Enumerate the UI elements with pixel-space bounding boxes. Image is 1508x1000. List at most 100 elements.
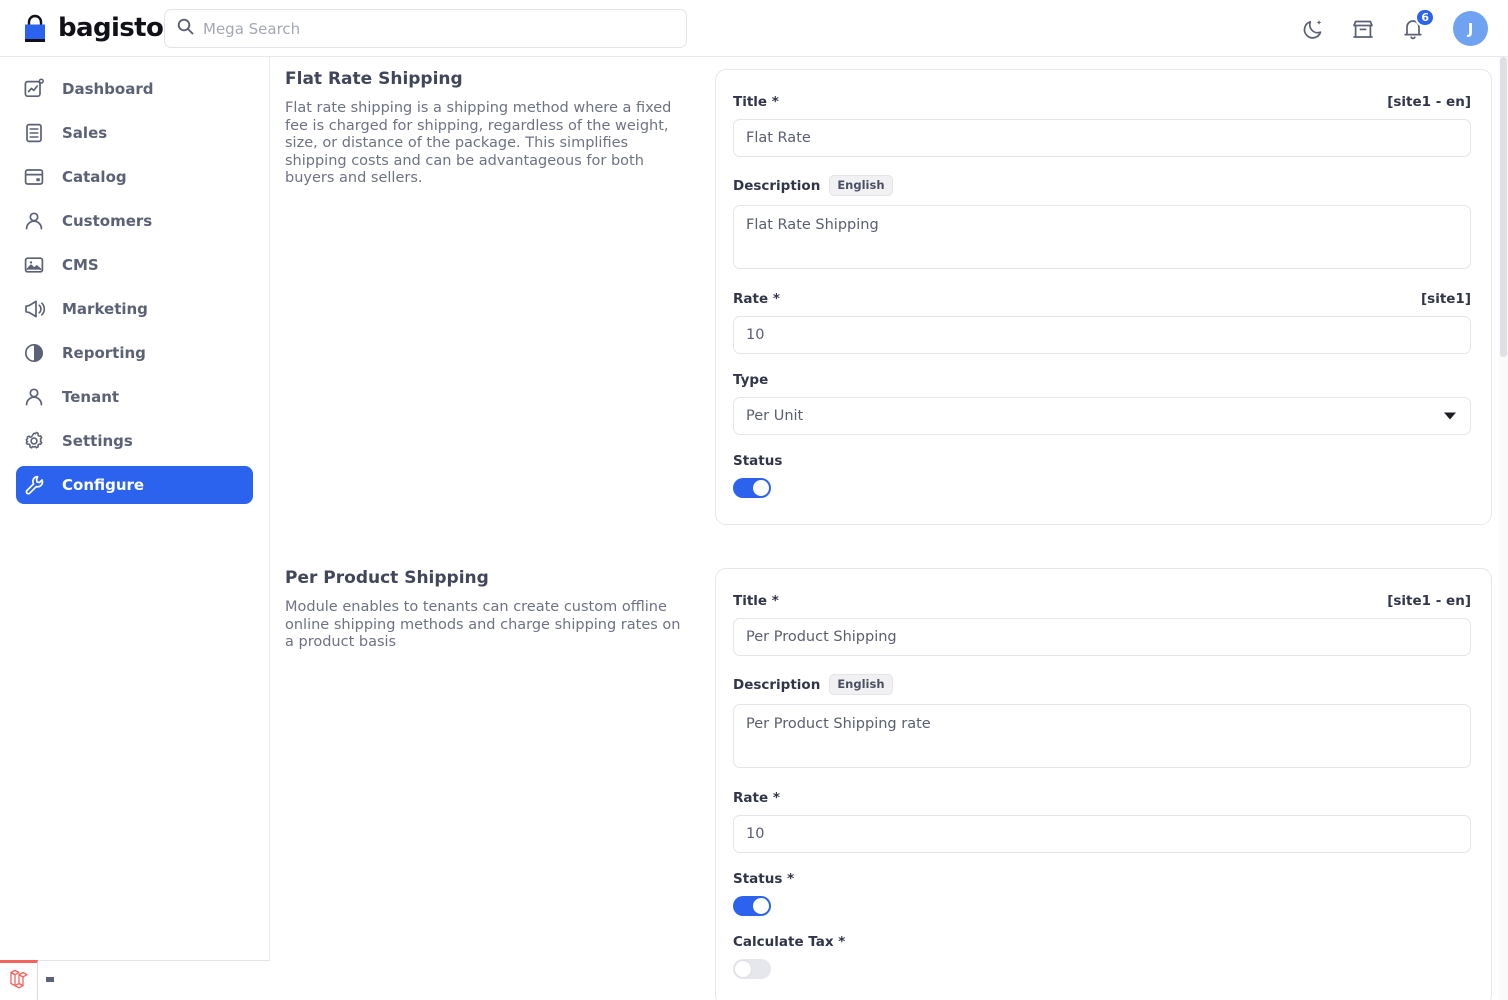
top-bar-actions: 6 J — [1301, 0, 1488, 57]
field-status: Status — [733, 453, 1471, 498]
status-toggle[interactable] — [733, 478, 771, 498]
sidebar-item-reporting[interactable]: Reporting — [16, 334, 253, 372]
field-calculate-tax: Calculate Tax * — [733, 934, 1471, 979]
gear-icon — [23, 430, 45, 452]
sidebar-item-sales[interactable]: Sales — [16, 114, 253, 152]
section-title: Flat Rate Shipping — [285, 69, 463, 89]
toggle-knob — [753, 898, 769, 914]
image-icon — [23, 254, 45, 276]
field-label: Status * — [733, 871, 795, 887]
section-info: Flat Rate Shipping Flat rate shipping is… — [285, 69, 715, 525]
brand-logo[interactable]: bagisto — [20, 13, 164, 44]
field-label: Rate * — [733, 291, 780, 307]
sidebar-item-configure[interactable]: Configure — [16, 466, 253, 504]
user-icon — [23, 386, 45, 408]
avatar[interactable]: J — [1453, 11, 1488, 46]
section-title: Per Product Shipping — [285, 568, 489, 588]
field-label: Rate * — [733, 790, 780, 806]
shopping-bag-icon — [20, 13, 50, 44]
field-label: Description — [733, 676, 821, 693]
scrollbar-thumb[interactable] — [1500, 57, 1507, 357]
type-select[interactable]: Per Unit — [733, 397, 1471, 435]
field-description: Description English — [733, 175, 1471, 273]
section-description: Flat rate shipping is a shipping method … — [285, 100, 672, 186]
top-bar: bagisto Mega Search 6 J — [0, 0, 1508, 57]
rate-input[interactable] — [733, 815, 1471, 853]
field-status: Status * — [733, 871, 1471, 916]
sidebar-item-label: Tenant — [62, 388, 120, 406]
search-icon — [177, 18, 194, 39]
field-description: Description English — [733, 674, 1471, 772]
debugbar-strip — [38, 960, 270, 1000]
title-input[interactable] — [733, 618, 1471, 656]
sidebar-item-label: Configure — [62, 476, 145, 494]
field-label: Type — [733, 372, 769, 388]
field-label: Calculate Tax * — [733, 934, 846, 950]
type-select-value: Per Unit — [746, 408, 804, 424]
search-bar[interactable] — [164, 9, 687, 48]
status-toggle[interactable] — [733, 896, 771, 916]
per-product-form-card: Title * [site1 - en] Description English… — [715, 568, 1492, 1000]
section-description: Module enables to tenants can create cus… — [285, 599, 681, 650]
laravel-icon — [7, 967, 31, 997]
calculate-tax-toggle[interactable] — [733, 959, 771, 979]
user-icon — [23, 210, 45, 232]
field-title: Title * [site1 - en] — [733, 94, 1471, 157]
sidebar-item-label: Sales — [62, 124, 108, 142]
chart-square-icon — [23, 78, 45, 100]
toggle-knob — [753, 480, 769, 496]
brand-name: bagisto — [58, 13, 164, 43]
sidebar-item-customers[interactable]: Customers — [16, 202, 253, 240]
field-label: Description — [733, 177, 821, 194]
layout-window-icon — [23, 166, 45, 188]
search-input[interactable] — [203, 19, 674, 38]
pie-chart-icon — [23, 342, 45, 364]
storefront-icon[interactable] — [1351, 17, 1375, 41]
flat-rate-form-card: Title * [site1 - en] Description English… — [715, 69, 1492, 525]
moon-stars-icon[interactable] — [1301, 17, 1325, 41]
field-rate: Rate * — [733, 790, 1471, 853]
page-scrollbar[interactable] — [1499, 57, 1508, 1000]
debugbar-handle[interactable] — [46, 977, 54, 982]
field-title: Title * [site1 - en] — [733, 593, 1471, 656]
megaphone-icon — [23, 298, 45, 320]
sidebar-item-tenant[interactable]: Tenant — [16, 378, 253, 416]
sidebar-item-label: Dashboard — [62, 80, 154, 98]
sidebar-item-label: Catalog — [62, 168, 127, 186]
section-info: Per Product Shipping Module enables to t… — [285, 568, 715, 1000]
main-content: Flat Rate Shipping Flat rate shipping is… — [270, 57, 1508, 1000]
field-locale-tag: [site1] — [1420, 291, 1471, 307]
language-chip[interactable]: English — [829, 175, 893, 196]
debugbar[interactable] — [0, 960, 38, 1000]
field-label: Title * — [733, 593, 779, 609]
sidebar-item-dashboard[interactable]: Dashboard — [16, 70, 253, 108]
sidebar-item-label: Settings — [62, 432, 133, 450]
sidebar-item-cms[interactable]: CMS — [16, 246, 253, 284]
language-chip[interactable]: English — [829, 674, 893, 695]
list-document-icon — [23, 122, 45, 144]
rate-input[interactable] — [733, 316, 1471, 354]
sidebar-item-label: CMS — [62, 256, 99, 274]
wrench-icon — [23, 474, 45, 496]
sidebar-item-marketing[interactable]: Marketing — [16, 290, 253, 328]
sidebar-item-settings[interactable]: Settings — [16, 422, 253, 460]
sidebar-item-label: Customers — [62, 212, 153, 230]
field-label: Title * — [733, 94, 779, 110]
sidebar-item-label: Marketing — [62, 300, 148, 318]
toggle-knob — [735, 961, 751, 977]
field-label: Status — [733, 453, 783, 469]
description-textarea[interactable] — [733, 205, 1471, 269]
sidebar-item-label: Reporting — [62, 344, 146, 362]
section-flat-rate-shipping: Flat Rate Shipping Flat rate shipping is… — [270, 69, 1508, 525]
title-input[interactable] — [733, 119, 1471, 157]
field-locale-tag: [site1 - en] — [1387, 94, 1471, 110]
section-per-product-shipping: Per Product Shipping Module enables to t… — [270, 568, 1508, 1000]
field-locale-tag: [site1 - en] — [1387, 593, 1471, 609]
bell-icon[interactable]: 6 — [1401, 7, 1435, 41]
sidebar: Dashboard Sales Catalog Customers CMS Ma… — [0, 57, 270, 1000]
description-textarea[interactable] — [733, 704, 1471, 768]
chevron-down-icon — [1444, 412, 1456, 420]
field-rate: Rate * [site1] — [733, 291, 1471, 354]
sidebar-item-catalog[interactable]: Catalog — [16, 158, 253, 196]
field-type: Type Per Unit — [733, 372, 1471, 435]
